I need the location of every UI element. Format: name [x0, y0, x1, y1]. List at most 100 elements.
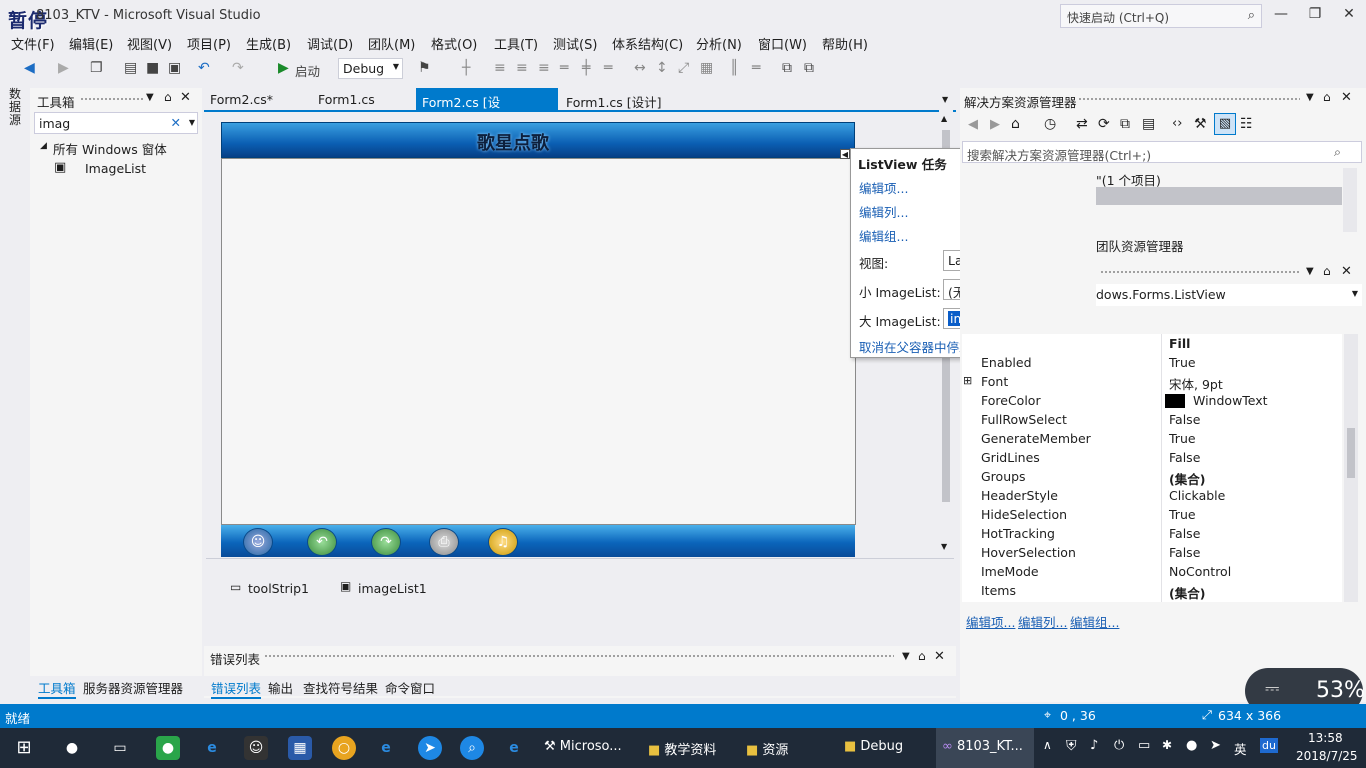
sync-icon[interactable]: ⇄	[1076, 116, 1088, 132]
refresh-icon[interactable]: ⟳	[1098, 116, 1110, 132]
feiq-icon[interactable]: ➤	[418, 736, 442, 760]
attach-icon[interactable]: ⚑	[418, 60, 431, 76]
taskbar-app-folder1[interactable]: ■ 教学资料	[642, 728, 734, 768]
new-project-icon[interactable]: ❐	[90, 60, 103, 76]
toolbox-search-input[interactable]: imag ✕ ▼	[34, 112, 198, 134]
menu-tools[interactable]: 工具(T)	[494, 34, 538, 53]
pin-icon[interactable]: ⌂	[1323, 264, 1331, 278]
tray-item-imagelist[interactable]: imageList1	[358, 581, 427, 596]
close-icon[interactable]: ✕	[1341, 264, 1352, 279]
menu-help[interactable]: 帮助(H)	[822, 34, 868, 53]
toolbox-item-imagelist[interactable]: ImageList	[85, 161, 146, 176]
prop-name[interactable]: ImeMode	[981, 564, 1039, 579]
same-width-icon[interactable]: ↔	[634, 60, 646, 76]
send-to-back-icon[interactable]: ⧉	[804, 60, 814, 76]
minimize-button[interactable]: —	[1270, 6, 1292, 22]
open-file-icon[interactable]: ▤	[124, 60, 137, 76]
edit-columns-link[interactable]: 编辑列...	[859, 202, 908, 221]
panel-grip[interactable]	[1100, 270, 1300, 275]
prop-value[interactable]: Clickable	[1169, 488, 1225, 503]
clear-icon[interactable]: ✕	[171, 115, 181, 130]
prop-value[interactable]: False	[1169, 450, 1200, 465]
horizontal-spacing-icon[interactable]: ║	[730, 60, 738, 76]
panel-grip[interactable]	[80, 97, 144, 102]
feiq-tray-icon[interactable]: ➤	[1210, 738, 1221, 753]
menu-debug[interactable]: 调试(D)	[307, 34, 353, 53]
task-view-icon[interactable]: ▭	[108, 736, 132, 760]
solution-scrollbar[interactable]	[1343, 168, 1357, 232]
align-tops-icon[interactable]: ═	[560, 60, 568, 76]
singer-icon[interactable]: ☺	[243, 528, 273, 556]
tab-find-symbol-results[interactable]: 查找符号结果	[303, 678, 378, 697]
dropdown-icon[interactable]: ▼	[146, 92, 154, 103]
solution-config-select[interactable]: Debug ▼	[338, 58, 403, 79]
baidu-icon[interactable]: du	[1260, 738, 1278, 753]
tab-list-dropdown-icon[interactable]: ▼	[942, 95, 948, 104]
view-designer-icon[interactable]: ▧	[1214, 113, 1236, 135]
close-button[interactable]: ✕	[1338, 6, 1360, 22]
back-arrow-icon[interactable]: ↶	[307, 528, 337, 556]
edit-groups-link[interactable]: 编辑组...	[859, 226, 908, 245]
edit-items-link[interactable]: 编辑项...	[859, 178, 908, 197]
undo-icon[interactable]: ↶	[198, 60, 210, 76]
taskbar-app-vs[interactable]: ∞ 8103_KT...	[936, 728, 1034, 768]
align-rights-icon[interactable]: ≡	[538, 60, 550, 76]
search-app-icon[interactable]: ⌕	[460, 736, 484, 760]
tab-form1-design[interactable]: Form1.cs [设计]	[560, 88, 668, 110]
clock-date[interactable]: 2018/7/25	[1296, 749, 1358, 763]
close-icon[interactable]: ✕	[934, 649, 945, 664]
prop-value[interactable]: 宋体, 9pt	[1169, 374, 1223, 393]
start-button[interactable]: 启动	[295, 61, 320, 80]
prop-name[interactable]: HeaderStyle	[981, 488, 1058, 503]
same-size-icon[interactable]: ⤢	[678, 60, 689, 76]
ie-icon[interactable]: e	[374, 736, 398, 760]
expand-icon[interactable]: ⊞	[963, 374, 972, 387]
forward-icon[interactable]: ▶	[990, 117, 1000, 132]
toolbox-group[interactable]: 所有 Windows 窗体	[53, 139, 167, 158]
prop-name[interactable]: ForeColor	[981, 393, 1041, 408]
prop-name[interactable]: Items	[981, 583, 1016, 598]
undock-link[interactable]: 取消在父容器中停靠	[859, 337, 972, 356]
home-icon[interactable]: ⌂	[1011, 116, 1020, 132]
menu-file[interactable]: 文件(F)	[11, 34, 55, 53]
expand-icon[interactable]: ◢	[40, 141, 47, 151]
selected-project-row[interactable]	[1096, 187, 1342, 205]
menu-window[interactable]: 窗口(W)	[758, 34, 807, 53]
battery-icon[interactable]: ▭	[1138, 738, 1150, 753]
menu-edit[interactable]: 编辑(E)	[69, 34, 113, 53]
forward-arrow-icon[interactable]: ↷	[371, 528, 401, 556]
ie-alt-icon[interactable]: e	[502, 736, 526, 760]
menu-analyze[interactable]: 分析(N)	[696, 34, 742, 53]
form-toolstrip[interactable]: ☺ ↶ ↷ ⎙ ♫	[221, 525, 855, 557]
solution-search-input[interactable]: 搜索解决方案资源管理器(Ctrl+;) ⌕	[962, 141, 1362, 163]
history-icon[interactable]: ◷	[1044, 116, 1056, 132]
panel-grip[interactable]	[264, 654, 894, 659]
wechat-tray-icon[interactable]: ●	[1186, 738, 1197, 753]
menu-architecture[interactable]: 体系结构(C)	[612, 34, 683, 53]
cortana-icon[interactable]: ●	[60, 736, 84, 760]
guitar-icon[interactable]: ♫	[488, 528, 518, 556]
wechat-icon[interactable]: ●	[156, 736, 180, 760]
redo-icon[interactable]: ↷	[232, 60, 244, 76]
tray-item-toolstrip[interactable]: toolStrip1	[248, 581, 309, 596]
prop-name[interactable]: Groups	[981, 469, 1026, 484]
taskbar-app-folder2[interactable]: ■ 资源	[740, 728, 832, 768]
prop-edit-groups-link[interactable]: 编辑组...	[1070, 612, 1119, 631]
prop-name[interactable]: Font	[981, 374, 1008, 389]
taskbar-app-tool[interactable]: ⚒ Microso...	[538, 728, 636, 768]
browser-360-icon[interactable]: ○	[332, 736, 356, 760]
scroll-up-icon[interactable]: ▲	[941, 114, 947, 123]
tab-form1-code[interactable]: Form1.cs	[312, 88, 381, 110]
maximize-button[interactable]: ❐	[1304, 6, 1326, 22]
menu-build[interactable]: 生成(B)	[246, 34, 291, 53]
prop-value[interactable]: True	[1169, 431, 1196, 446]
menu-view[interactable]: 视图(V)	[127, 34, 172, 53]
align-grid-icon[interactable]: ┼	[462, 60, 470, 76]
align-middles-icon[interactable]: ╪	[582, 60, 590, 76]
team-explorer-tab[interactable]: 团队资源管理器	[1096, 236, 1184, 255]
app-icon[interactable]: ▦	[288, 736, 312, 760]
quick-launch-input[interactable]: 快速启动 (Ctrl+Q) ⌕	[1060, 4, 1262, 28]
view-code-icon[interactable]: ‹›	[1172, 116, 1182, 131]
close-icon[interactable]: ✕	[180, 90, 191, 105]
same-height-icon[interactable]: ↕	[656, 60, 668, 76]
